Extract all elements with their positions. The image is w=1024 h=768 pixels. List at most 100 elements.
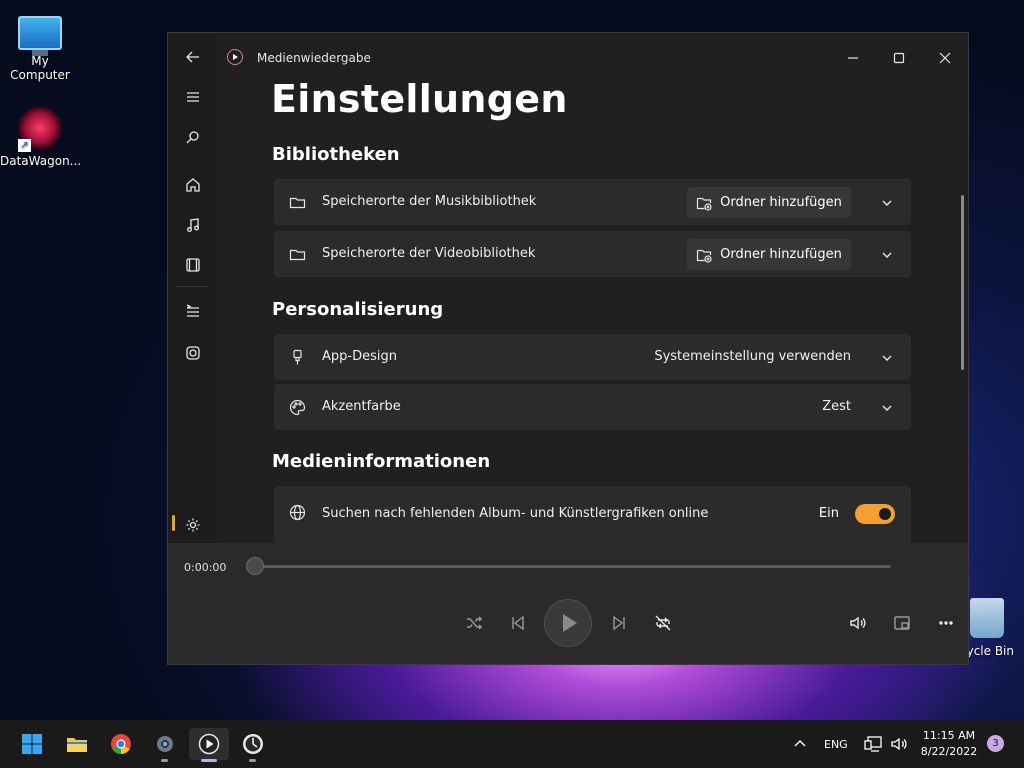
more-options-button[interactable] — [930, 609, 962, 637]
folder-add-icon — [697, 249, 712, 263]
add-video-folder-button[interactable]: Ordner hinzufügen — [687, 239, 851, 270]
music-library-label: Speicherorte der Musikbibliothek — [322, 194, 537, 209]
nav-music-library[interactable] — [168, 207, 217, 243]
next-icon — [613, 615, 625, 631]
volume-button[interactable] — [842, 609, 874, 637]
close-icon — [939, 52, 951, 64]
folder-icon — [289, 194, 306, 211]
player-bar: 0:00:00 — [168, 543, 968, 664]
clock-icon — [243, 734, 263, 754]
more-icon — [939, 621, 953, 625]
home-icon — [185, 178, 200, 192]
active-app-indicator — [201, 759, 217, 762]
minimize-button[interactable] — [830, 43, 876, 73]
video-library-label: Speicherorte der Videobibliothek — [322, 246, 536, 261]
nav-home[interactable] — [168, 167, 217, 203]
running-indicator — [161, 759, 168, 762]
minimize-icon — [848, 57, 858, 59]
recycle-bin-icon — [970, 598, 1004, 638]
menu-button[interactable] — [168, 79, 217, 115]
repeat-button[interactable] — [647, 609, 679, 637]
playlist-icon — [185, 346, 200, 360]
shuffle-button[interactable] — [458, 609, 490, 637]
notification-badge[interactable]: 3 — [987, 735, 1004, 752]
nav-rail — [168, 33, 217, 543]
seek-bar[interactable] — [256, 565, 891, 568]
desktop-icon-label: My Computer — [10, 54, 70, 82]
search-art-toggle[interactable] — [855, 504, 895, 524]
desktop-icon-label: DataWagon... — [0, 154, 82, 168]
search-button[interactable] — [168, 119, 217, 155]
repeat-off-icon — [655, 615, 671, 631]
media-player-window: Medienwiedergabe Einstellungen Bibliothe… — [167, 32, 969, 665]
chevron-down-icon[interactable] — [881, 399, 895, 413]
nav-settings[interactable] — [168, 507, 217, 543]
section-heading-personalization: Personalisierung — [272, 299, 444, 320]
mini-player-button[interactable] — [886, 609, 918, 637]
clock-date: 8/22/2022 — [920, 745, 978, 758]
add-music-folder-button[interactable]: Ordner hinzufügen — [687, 187, 851, 218]
play-queue-icon — [186, 304, 199, 317]
close-button[interactable] — [922, 43, 968, 73]
taskbar-clock[interactable]: 11:15 AM 8/22/2022 — [910, 728, 988, 760]
taskbar-settings[interactable] — [145, 728, 185, 760]
palette-icon — [289, 399, 306, 416]
nav-playlists[interactable] — [168, 335, 217, 371]
language-indicator[interactable]: ENG — [824, 738, 848, 751]
elapsed-time: 0:00:00 — [184, 561, 227, 574]
section-heading-libraries: Bibliotheken — [272, 144, 400, 165]
search-icon — [186, 131, 199, 144]
desktop-icon-my-computer[interactable]: My Computer — [0, 10, 80, 82]
network-button[interactable] — [860, 728, 886, 760]
seek-thumb[interactable] — [246, 557, 264, 575]
maximize-button[interactable] — [876, 43, 922, 73]
back-button[interactable] — [168, 39, 217, 75]
taskbar-clock-app[interactable] — [233, 728, 273, 760]
nav-play-queue[interactable] — [168, 293, 217, 329]
folder-add-icon — [697, 197, 712, 211]
app-logo-icon — [227, 49, 243, 65]
nav-video-library[interactable] — [168, 247, 217, 283]
app-title: Medienwiedergabe — [257, 51, 371, 65]
speaker-icon — [891, 737, 907, 751]
running-indicator — [249, 759, 256, 762]
volume-icon — [850, 616, 866, 630]
video-library-card[interactable]: Speicherorte der Videobibliothek Ordner … — [274, 231, 911, 277]
taskbar-chrome[interactable] — [101, 728, 141, 760]
app-design-card[interactable]: App-Design Systemeinstellung verwenden — [274, 334, 911, 380]
music-library-card[interactable]: Speicherorte der Musikbibliothek Ordner … — [274, 179, 911, 225]
settings-page: Einstellungen Bibliotheken Speicherorte … — [217, 73, 967, 543]
taskbar-media-player[interactable] — [189, 728, 229, 760]
section-heading-media-info: Medieninformationen — [272, 451, 491, 472]
clock-time: 11:15 AM — [922, 729, 976, 742]
chevron-up-icon — [794, 740, 806, 747]
add-folder-label: Ordner hinzufügen — [720, 247, 842, 262]
page-title: Einstellungen — [271, 77, 568, 121]
windows-logo-icon — [22, 734, 42, 754]
paintbrush-icon — [289, 349, 306, 366]
desktop-icon-datawagon[interactable]: DataWagon... — [0, 106, 82, 168]
previous-button[interactable] — [502, 609, 534, 637]
search-art-label: Suchen nach fehlenden Album- und Künstle… — [322, 506, 709, 521]
app-design-value: Systemeinstellung verwenden — [654, 349, 851, 364]
scrollbar-thumb[interactable] — [961, 195, 964, 370]
show-hidden-icons-button[interactable] — [782, 728, 818, 760]
maximize-icon — [893, 52, 905, 64]
chevron-down-icon[interactable] — [881, 194, 895, 208]
taskbar: ENG 11:15 AM 8/22/2022 — [0, 720, 1024, 768]
folder-icon — [289, 246, 306, 263]
monitor-icon — [18, 16, 62, 56]
accent-color-card[interactable]: Akzentfarbe Zest — [274, 384, 911, 430]
next-button[interactable] — [603, 609, 635, 637]
volume-tray-button[interactable] — [886, 728, 912, 760]
play-button[interactable] — [544, 599, 592, 647]
start-button[interactable] — [12, 728, 52, 760]
chevron-down-icon[interactable] — [881, 246, 895, 260]
gear-icon — [186, 518, 199, 532]
taskbar-file-explorer[interactable] — [57, 728, 97, 760]
previous-icon — [512, 615, 524, 631]
app-design-label: App-Design — [322, 349, 397, 364]
accent-color-value: Zest — [822, 399, 851, 414]
mini-player-icon — [894, 616, 910, 630]
chevron-down-icon[interactable] — [881, 349, 895, 363]
